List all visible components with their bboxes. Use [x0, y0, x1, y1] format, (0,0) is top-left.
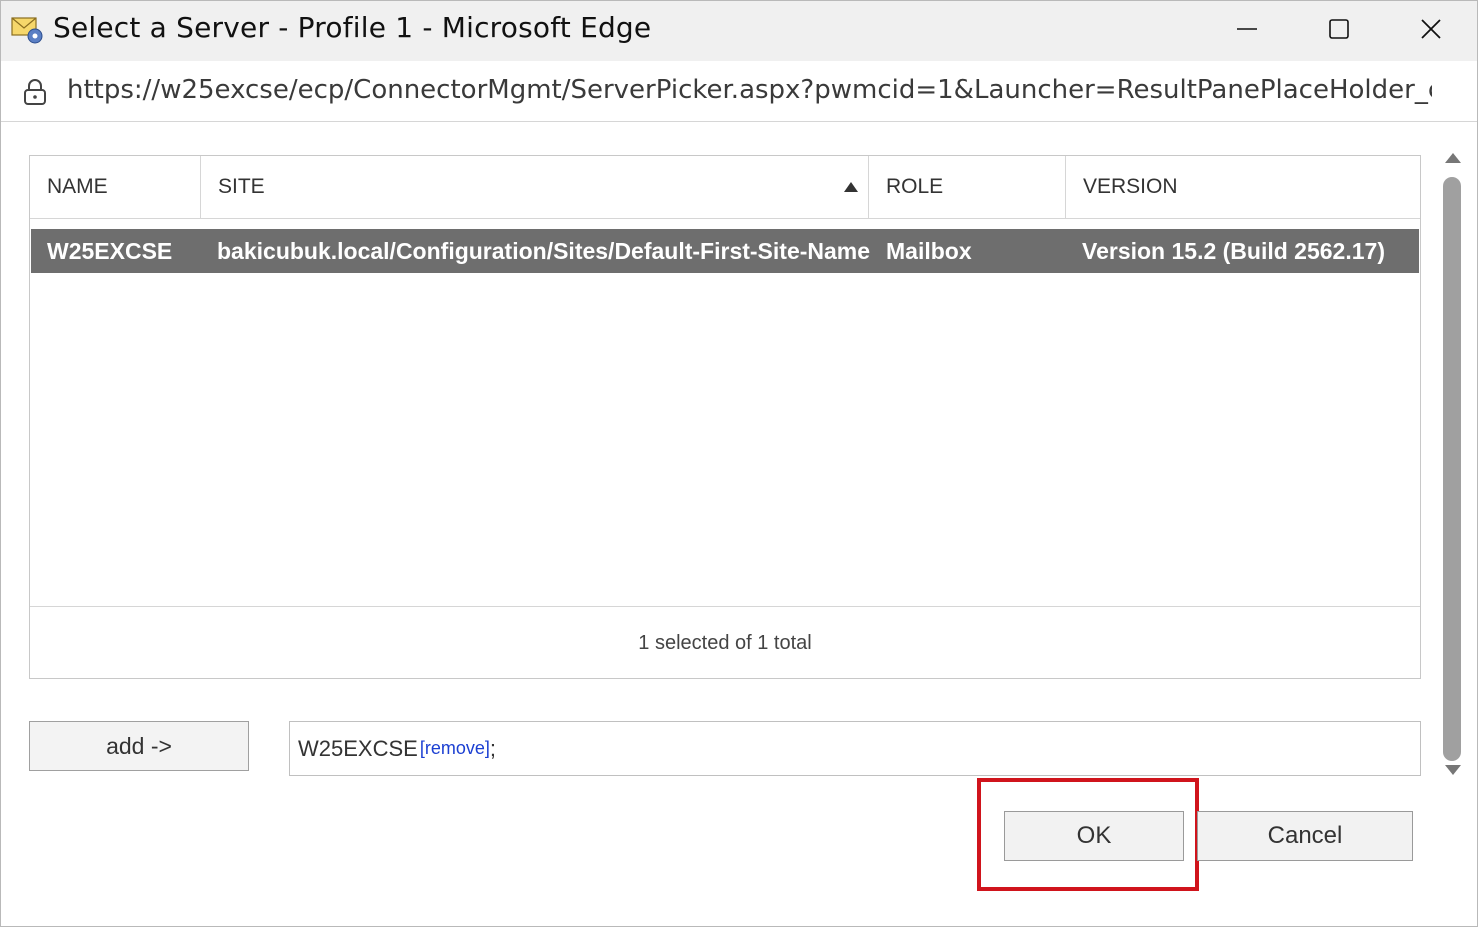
column-header-label: ROLE	[886, 175, 944, 198]
window-title: Select a Server - Profile 1 - Microsoft …	[53, 11, 652, 44]
lock-icon[interactable]	[21, 78, 49, 106]
column-header-name[interactable]: NAME	[30, 156, 201, 218]
scroll-thumb[interactable]	[1443, 177, 1461, 761]
address-bar[interactable]: https://w25excse/ecp/ConnectorMgmt/Serve…	[1, 61, 1477, 122]
selected-server-value: W25EXCSE	[298, 735, 418, 761]
separator-text: ;	[489, 735, 496, 761]
column-header-label: NAME	[47, 175, 108, 198]
column-header-version[interactable]: VERSION	[1066, 156, 1420, 218]
title-bar: Select a Server - Profile 1 - Microsoft …	[1, 1, 1477, 61]
cell-name: W25EXCSE	[47, 238, 173, 264]
grid-status: 1 selected of 1 total	[30, 606, 1420, 679]
table-row[interactable]: W25EXCSE bakicubuk.local/Configuration/S…	[31, 229, 1419, 273]
minimize-icon	[1236, 18, 1258, 45]
column-header-label: SITE	[218, 175, 265, 198]
cell-version: Version 15.2 (Build 2562.17)	[1082, 238, 1385, 264]
ok-button[interactable]: OK	[1004, 811, 1184, 861]
cell-role: Mailbox	[886, 238, 972, 264]
close-icon	[1420, 18, 1442, 45]
sort-ascending-icon	[844, 182, 858, 192]
vertical-scrollbar[interactable]	[1437, 143, 1467, 783]
scroll-down-icon[interactable]	[1445, 765, 1461, 775]
cell-site: bakicubuk.local/Configuration/Sites/Defa…	[217, 238, 871, 264]
maximize-icon	[1328, 18, 1350, 45]
server-grid: NAME SITE ROLE VERSION W25EXCSE bakicubu…	[29, 155, 1421, 679]
close-button[interactable]	[1385, 1, 1477, 61]
browser-popup-window: Select a Server - Profile 1 - Microsoft …	[0, 0, 1478, 927]
minimize-button[interactable]	[1201, 1, 1293, 61]
add-button[interactable]: add ->	[29, 721, 249, 771]
grid-header: NAME SITE ROLE VERSION	[30, 156, 1420, 219]
exchange-mail-icon	[11, 15, 45, 45]
column-header-site[interactable]: SITE	[201, 156, 869, 218]
column-header-role[interactable]: ROLE	[869, 156, 1066, 218]
url-text[interactable]: https://w25excse/ecp/ConnectorMgmt/Serve…	[67, 75, 1432, 105]
scroll-up-icon[interactable]	[1445, 153, 1461, 163]
column-header-label: VERSION	[1083, 175, 1178, 198]
cancel-button[interactable]: Cancel	[1197, 811, 1413, 861]
remove-link[interactable]: [remove]	[420, 738, 490, 759]
selected-servers-field[interactable]: W25EXCSE [remove] ;	[289, 721, 1421, 776]
maximize-button[interactable]	[1293, 1, 1385, 61]
